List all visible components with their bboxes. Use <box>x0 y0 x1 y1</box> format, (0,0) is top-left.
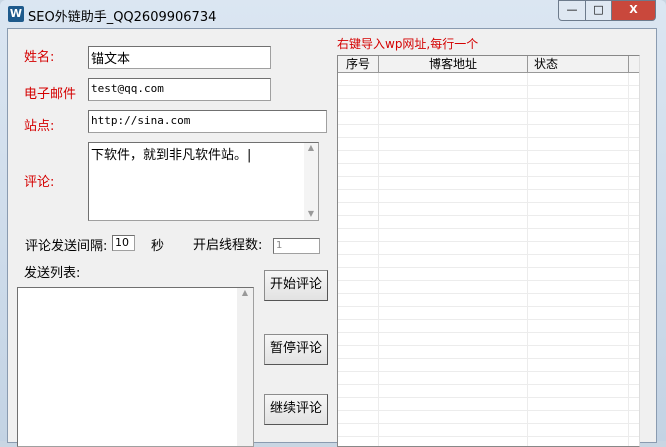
comment-textarea[interactable]: 下软件，就到非凡软件站。| ▲ ▼ <box>88 142 319 221</box>
column-header-status[interactable]: 状态 <box>528 56 629 72</box>
start-comment-button[interactable]: 开始评论 <box>264 270 328 301</box>
blog-list-rows <box>338 73 639 446</box>
send-list-scrollbar[interactable]: ▲ <box>237 288 253 446</box>
interval-label: 评论发送间隔: <box>25 239 108 254</box>
column-header-index[interactable]: 序号 <box>338 56 379 72</box>
minimize-button[interactable]: — <box>558 0 586 21</box>
email-input[interactable]: test@qq.com <box>88 78 271 101</box>
send-list[interactable]: ▲ <box>17 287 254 447</box>
import-hint: 右键导入wp网址,每行一个 <box>337 37 479 51</box>
client-area: 姓名: 锚文本 电子邮件 test@qq.com 站点: http://sina… <box>7 28 657 447</box>
name-input[interactable]: 锚文本 <box>88 46 271 69</box>
threads-label: 开启线程数: <box>193 238 263 253</box>
send-list-label: 发送列表: <box>24 266 81 281</box>
column-header-filler <box>629 56 639 72</box>
column-header-url[interactable]: 博客地址 <box>379 56 528 72</box>
wordpress-icon: W <box>8 6 24 22</box>
close-button[interactable]: X <box>611 0 656 21</box>
site-label: 站点: <box>24 119 55 134</box>
name-label: 姓名: <box>24 50 55 65</box>
interval-unit: 秒 <box>151 239 165 254</box>
interval-input[interactable]: 10 <box>112 235 135 251</box>
resume-comment-button[interactable]: 继续评论 <box>264 394 328 425</box>
comment-text: 下软件，就到非凡软件站。| <box>91 148 252 163</box>
comment-label: 评论: <box>24 175 55 190</box>
blog-list-view[interactable]: 序号 博客地址 状态 <box>337 55 640 447</box>
comment-scrollbar[interactable]: ▲ ▼ <box>304 143 318 220</box>
email-label: 电子邮件 <box>24 87 77 102</box>
pause-comment-button[interactable]: 暂停评论 <box>264 334 328 365</box>
maximize-button[interactable]: □ <box>585 0 612 21</box>
site-input[interactable]: http://sina.com <box>88 110 327 133</box>
threads-input[interactable]: 1 <box>273 238 320 254</box>
window-title: SEO外链助手_QQ2609906734 <box>28 10 217 25</box>
